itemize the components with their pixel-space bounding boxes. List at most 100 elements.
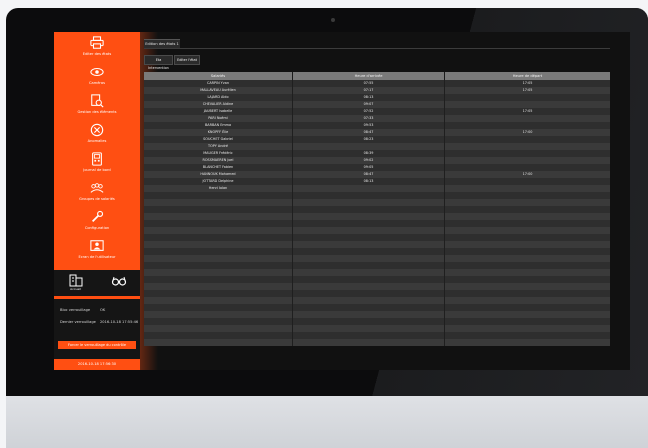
table-row[interactable] <box>144 248 610 255</box>
force-lock-button[interactable]: Forcer le verrouillage du contrôle <box>58 341 136 349</box>
table-row[interactable]: CARPIN Yvan 07:55 17:05 <box>144 80 610 87</box>
table-cell <box>445 332 610 339</box>
table-row[interactable] <box>144 192 610 199</box>
table-cell <box>445 304 610 311</box>
nav-item-journal[interactable]: Journal de bord <box>54 152 140 180</box>
table-cell: LAJARD Aldo <box>144 94 293 101</box>
table-cell <box>445 192 610 199</box>
clock: 2016-10-18 17:56:30 <box>54 359 140 370</box>
view-button[interactable] <box>111 273 127 292</box>
table-row[interactable]: JOTTARD Delphine 08:13 <box>144 178 610 185</box>
column-header[interactable]: Heure de départ <box>445 72 610 80</box>
table-row[interactable]: ROSSMAEREN Joel 09:02 <box>144 157 610 164</box>
table-cell: CARPIN Yvan <box>144 80 293 87</box>
table-row[interactable]: MAUGER Frédéric 08:39 <box>144 150 610 157</box>
nav-label: Gestion des éléments <box>77 110 117 114</box>
table-row[interactable] <box>144 227 610 234</box>
table-cell: KNOPFF Élie <box>144 129 293 136</box>
table-row[interactable]: Henri Iolan <box>144 185 610 192</box>
table-cell <box>293 318 445 325</box>
table-cell: 09:05 <box>293 164 445 171</box>
table-cell <box>445 185 610 192</box>
table-row[interactable] <box>144 297 610 304</box>
table-row[interactable] <box>144 269 610 276</box>
nav-item-editer-etats[interactable]: Editer des états <box>54 36 140 64</box>
table-cell: SOUCHET Gabriel <box>144 136 293 143</box>
table-cell <box>445 164 610 171</box>
table-cell: 17:05 <box>522 81 533 85</box>
table-row[interactable]: KNOPFF Élie 08:47 17:00 <box>144 129 610 136</box>
table-row[interactable]: PARI Noémi 07:33 <box>144 115 610 122</box>
table-cell: Henri Iolan <box>144 185 293 192</box>
table-cell <box>144 311 293 318</box>
table-cell <box>445 234 610 241</box>
table-row[interactable]: LAJARD Aldo 08:13 <box>144 94 610 101</box>
table-cell: BARBAN Emma <box>144 122 293 129</box>
table-cell <box>445 269 610 276</box>
table-cell: 08:39 <box>293 150 445 157</box>
home-button[interactable]: Accueil <box>68 273 84 291</box>
table-row[interactable] <box>144 276 610 283</box>
table-cell <box>293 192 445 199</box>
table-cell <box>144 199 293 206</box>
table-row[interactable]: BLANCHET Fabien 09:05 <box>144 164 610 171</box>
table-row[interactable] <box>144 332 610 339</box>
table-row[interactable]: MALLAVEAU Aurélien 07:17 17:05 <box>144 87 610 94</box>
table-row[interactable] <box>144 311 610 318</box>
table-cell <box>144 248 293 255</box>
table-row[interactable]: BARBAN Emma 09:53 <box>144 122 610 129</box>
column-header[interactable]: Heure d'arrivée <box>293 72 445 80</box>
table-cell: MALLAVEAU Aurélien <box>144 87 293 94</box>
column-header[interactable]: Salariés <box>144 72 293 80</box>
table-cell: 08:47 <box>293 171 445 178</box>
sidebar: Editer des états Caméras Gestion des élé… <box>54 32 140 370</box>
table-row[interactable]: CHEVALIER Aldine 09:07 <box>144 101 610 108</box>
lock-status-value: OK <box>100 308 106 312</box>
table-cell: MAUGER Frédéric <box>144 150 293 157</box>
table-cell <box>293 269 445 276</box>
table-cell <box>293 248 445 255</box>
main-panel: Edition des états 1 Eta Intervention Edi… <box>140 32 630 370</box>
nav-item-groupes[interactable]: Groupes de salariés <box>54 181 140 209</box>
table-cell <box>144 241 293 248</box>
nav-item-cameras[interactable]: Caméras <box>54 65 140 93</box>
table-cell <box>144 283 293 290</box>
table-row[interactable] <box>144 234 610 241</box>
intervention-button[interactable]: Eta Intervention <box>144 55 173 70</box>
table-cell <box>445 325 610 332</box>
table-row[interactable] <box>144 325 610 332</box>
table-row[interactable] <box>144 283 610 290</box>
table-row[interactable]: SOUCHET Gabriel 08:23 <box>144 136 610 143</box>
table-cell <box>445 150 610 157</box>
nav-item-anomalies[interactable]: Anomalies <box>54 123 140 151</box>
table-row[interactable] <box>144 339 610 346</box>
table-row[interactable]: TOPY André <box>144 143 610 150</box>
table-cell <box>144 304 293 311</box>
nav-item-ecran-utilisateur[interactable]: Ecran de l'utilisateur <box>54 239 140 267</box>
table-row[interactable] <box>144 290 610 297</box>
table-cell <box>144 220 293 227</box>
table-row[interactable]: HANNOUK Mohamed 08:47 17:00 <box>144 171 610 178</box>
table-row[interactable] <box>144 199 610 206</box>
monitor-chin <box>6 396 648 448</box>
table-row[interactable] <box>144 220 610 227</box>
table-row[interactable] <box>144 241 610 248</box>
table-cell <box>445 115 610 122</box>
table-row[interactable] <box>144 255 610 262</box>
sidebar-divider <box>54 296 140 299</box>
table-row[interactable] <box>144 304 610 311</box>
nav-item-gestion-elements[interactable]: Gestion des éléments <box>54 94 140 122</box>
nav-item-configuration[interactable]: Configuration <box>54 210 140 238</box>
table-cell <box>445 248 610 255</box>
table-row[interactable] <box>144 213 610 220</box>
table-row[interactable]: JAUBERT Isabelle 07:52 17:05 <box>144 108 610 115</box>
user-screen-icon <box>90 240 104 251</box>
sidebar-quick-icons: Accueil <box>54 270 140 294</box>
table-row[interactable] <box>144 318 610 325</box>
table-cell: 08:13 <box>293 94 445 101</box>
table-cell <box>445 143 610 150</box>
table-row[interactable] <box>144 206 610 213</box>
edit-state-button[interactable]: Editer l'état <box>174 55 200 65</box>
table-row[interactable] <box>144 262 610 269</box>
table-cell <box>144 276 293 283</box>
